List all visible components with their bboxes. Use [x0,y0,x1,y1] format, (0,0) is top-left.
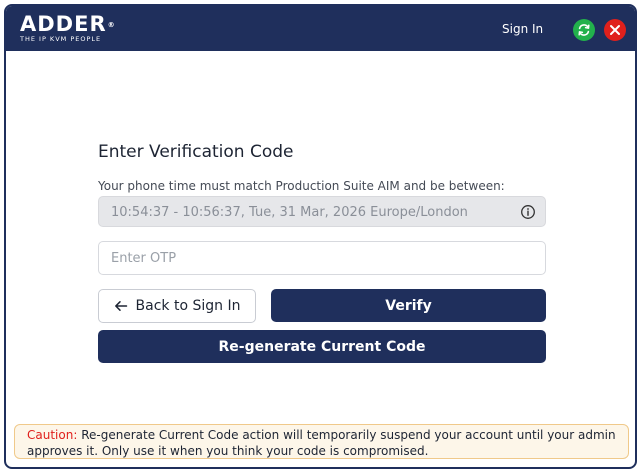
info-icon[interactable] [520,204,536,220]
verify-button-label: Verify [385,297,432,314]
logo-tagline: THE IP KVM PEOPLE [20,35,102,43]
header-bar: ADDER® THE IP KVM PEOPLE Sign In [6,6,635,51]
arrow-left-icon [114,301,127,311]
app-window: ADDER® THE IP KVM PEOPLE Sign In Enter V… [4,4,637,469]
refresh-button[interactable] [573,19,595,41]
adder-logo: ADDER® THE IP KVM PEOPLE [20,13,116,43]
caution-label: Caution: [27,428,78,442]
logo-wordmark: ADDER® [20,12,116,36]
close-icon [610,25,620,35]
time-range-value: 10:54:37 - 10:56:37, Tue, 31 Mar, 2026 E… [111,205,468,220]
verify-button[interactable]: Verify [271,289,546,322]
main-content: Enter Verification Code Your phone time … [6,51,635,467]
sign-in-link[interactable]: Sign In [502,22,543,36]
page-title: Enter Verification Code [98,142,294,162]
regenerate-code-button[interactable]: Re-generate Current Code [98,330,546,363]
otp-input[interactable] [98,241,546,275]
time-instruction: Your phone time must match Production Su… [98,179,505,193]
close-button[interactable] [604,19,626,41]
caution-text: Re-generate Current Code action will tem… [27,428,616,458]
back-to-sign-in-button[interactable]: Back to Sign In [98,289,256,323]
time-range-field: 10:54:37 - 10:56:37, Tue, 31 Mar, 2026 E… [98,196,546,227]
back-button-label: Back to Sign In [135,298,241,314]
caution-banner: Caution: Re-generate Current Code action… [14,424,629,459]
refresh-icon [578,24,590,36]
regenerate-button-label: Re-generate Current Code [218,338,426,355]
